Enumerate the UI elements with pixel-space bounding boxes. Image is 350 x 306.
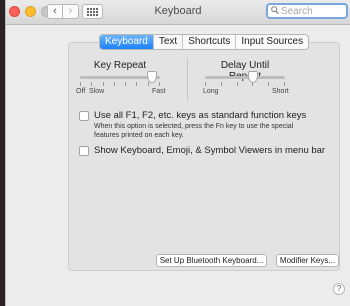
- tab-keyboard[interactable]: Keyboard: [100, 35, 153, 49]
- search-input[interactable]: [281, 5, 345, 17]
- delay-long-label: Long: [203, 88, 219, 95]
- slider-tick: [205, 82, 206, 86]
- help-button[interactable]: ?: [333, 283, 345, 295]
- slider-tick: [268, 82, 270, 86]
- search-icon: [271, 6, 279, 17]
- slider-tick: [102, 82, 104, 86]
- function-keys-label[interactable]: Use all F1, F2, etc. keys as standard fu…: [94, 110, 306, 121]
- slider-tick: [136, 82, 138, 86]
- key-repeat-slow-label: Slow: [89, 88, 105, 95]
- bluetooth-keyboard-button[interactable]: Set Up Bluetooth Keyboard...: [156, 254, 267, 267]
- key-repeat-ticks: [80, 82, 160, 86]
- slider-tick: [91, 82, 93, 86]
- preferences-window: ‹ › Keyboard Keyboard Text Shortcuts Inp…: [5, 0, 350, 306]
- section-divider: [187, 58, 188, 101]
- viewers-checkbox[interactable]: [79, 146, 89, 156]
- delay-until-repeat-slider[interactable]: [205, 76, 285, 79]
- function-keys-note: When this option is selected, press the …: [94, 123, 294, 139]
- delay-short-label: Short: [272, 88, 289, 95]
- tab-bar: Keyboard Text Shortcuts Input Sources: [99, 34, 310, 50]
- question-mark-icon: ?: [336, 284, 342, 293]
- slider-tick: [147, 82, 149, 86]
- slider-tick: [284, 82, 285, 86]
- slider-tick: [236, 82, 238, 86]
- tab-shortcuts[interactable]: Shortcuts: [182, 35, 235, 49]
- slider-tick: [125, 82, 127, 86]
- viewers-label[interactable]: Show Keyboard, Emoji, & Symbol Viewers i…: [94, 145, 325, 156]
- tab-input-sources[interactable]: Input Sources: [235, 35, 308, 49]
- slider-tick: [113, 82, 115, 86]
- search-field[interactable]: [266, 3, 348, 19]
- key-repeat-fast-label: Fast: [152, 88, 166, 95]
- delay-until-repeat-ticks: [205, 82, 285, 86]
- key-repeat-off-label: Off: [76, 88, 86, 95]
- modifier-keys-button[interactable]: Modifier Keys...: [276, 254, 339, 267]
- slider-tick: [80, 82, 81, 86]
- tab-text[interactable]: Text: [152, 35, 182, 49]
- slider-tick: [159, 82, 160, 86]
- slider-tick: [220, 82, 222, 86]
- function-keys-checkbox[interactable]: [79, 111, 89, 121]
- title-bar: ‹ › Keyboard: [6, 0, 350, 25]
- key-repeat-label: Key Repeat: [93, 60, 147, 71]
